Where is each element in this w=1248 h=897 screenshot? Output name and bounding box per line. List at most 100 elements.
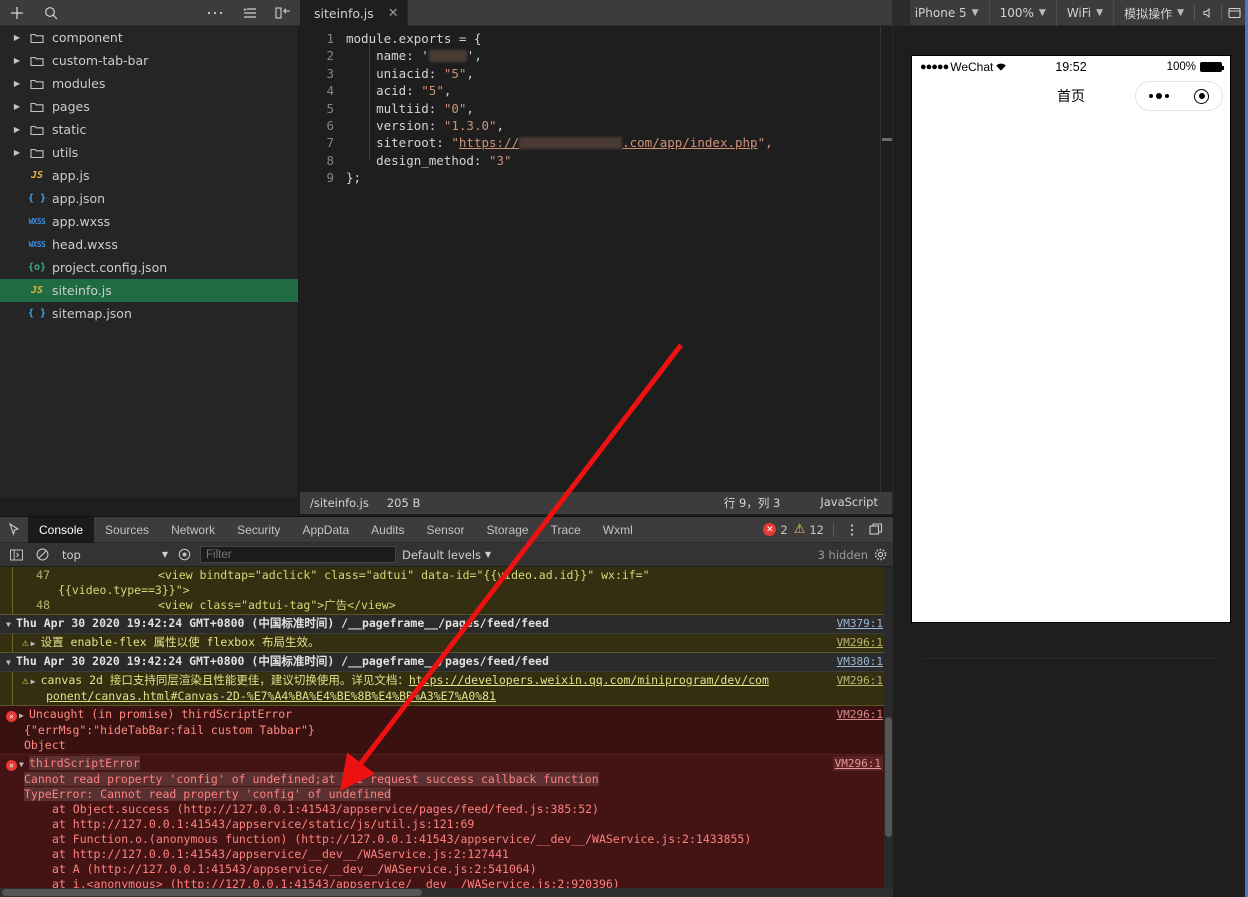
file-tree-item[interactable]: ▶JSsiteinfo.js [0, 279, 298, 302]
file-tree-item[interactable]: ▶WXSSapp.wxss [0, 210, 298, 233]
execution-context-select[interactable]: top ▼ [58, 546, 168, 564]
file-tree-item[interactable]: ▶ pages [0, 95, 298, 118]
log-level-select[interactable]: Default levels ▼ [402, 548, 491, 562]
tab-trace[interactable]: Trace [540, 517, 592, 543]
file-tree-item[interactable]: ▶ static [0, 118, 298, 141]
chevron-down-icon[interactable]: ▼ [6, 617, 16, 632]
file-tree-item[interactable]: ▶JSapp.js [0, 164, 298, 187]
tab-network[interactable]: Network [160, 517, 226, 543]
folder-icon [24, 55, 50, 67]
network-select[interactable]: WiFi ▼ [1055, 0, 1113, 26]
scrollbar-thumb[interactable] [882, 138, 892, 141]
editor-scrollbar[interactable] [880, 26, 892, 492]
phone-simulator[interactable]: ●●●●● WeChat 19:52 100% 首页 [911, 55, 1231, 623]
file-tree-item[interactable]: ▶{o}project.config.json [0, 256, 298, 279]
device-select[interactable]: iPhone 5 ▼ [903, 0, 989, 26]
chevron-right-icon[interactable]: ▶ [10, 49, 24, 72]
status-file-path: /siteinfo.js [310, 496, 369, 510]
wechat-capsule[interactable] [1135, 81, 1223, 111]
source-link[interactable]: VM296:1 [837, 673, 883, 688]
search-icon[interactable] [34, 0, 68, 26]
chevron-right-icon[interactable]: ▶ [31, 636, 41, 651]
console-link-continued[interactable]: ponent/canvas.html#Canvas-2D-%E7%A4%BA%E… [6, 689, 893, 704]
redacted-text [428, 50, 467, 63]
console-stack-frame[interactable]: at Function.o.(anonymous function) (http… [6, 832, 893, 847]
live-expression-icon[interactable] [174, 548, 194, 561]
chevron-right-icon[interactable]: ▶ [10, 26, 24, 49]
warning-badge[interactable]: ⚠ 12 [794, 523, 824, 537]
tab-appdata[interactable]: AppData [291, 517, 360, 543]
tab-sources[interactable]: Sources [94, 517, 160, 543]
volume-icon[interactable] [1195, 0, 1221, 26]
chevron-right-icon[interactable]: ▶ [31, 674, 41, 689]
scrollbar-thumb-horizontal[interactable] [2, 889, 422, 896]
console-link[interactable]: https://developers.weixin.qq.com/minipro… [409, 673, 769, 687]
tab-siteinfo-js[interactable]: siteinfo.js ✕ [300, 0, 408, 26]
kebab-menu-icon[interactable] [843, 523, 861, 537]
source-link[interactable]: VM379:1 [837, 616, 883, 631]
tab-console[interactable]: Console [28, 516, 95, 543]
console-stack-frame[interactable]: at Object.success (http://127.0.0.1:4154… [6, 802, 893, 817]
status-language[interactable]: JavaScript [820, 495, 878, 511]
settings-gear-icon[interactable] [874, 548, 887, 561]
console-stack-frame[interactable]: at http://127.0.0.1:41543/appservice/__d… [6, 847, 893, 862]
console-message[interactable]: ⚠ ▶ 设置 enable-flex 属性以使 flexbox 布局生效。 VM296… [0, 634, 893, 653]
chevron-right-icon[interactable]: ▶ [19, 708, 29, 723]
chevron-down-icon[interactable]: ▼ [19, 757, 29, 772]
inspect-element-icon[interactable] [0, 517, 28, 543]
file-tree-item[interactable]: ▶ component [0, 26, 298, 49]
file-tree-item[interactable]: ▶ modules [0, 72, 298, 95]
code-editor[interactable]: 1 module.exports = {2 name: ' ', 3 uniacid:… [300, 26, 892, 492]
tab-sensor[interactable]: Sensor [416, 517, 476, 543]
tab-security[interactable]: Security [226, 517, 291, 543]
indent-guide [369, 38, 370, 160]
chevron-down-icon[interactable]: ▼ [6, 655, 16, 670]
source-link[interactable]: VM296:1 [832, 756, 883, 771]
console-message[interactable]: 47 <view bindtap="adclick" class="adtui" … [0, 567, 893, 615]
console-message[interactable]: ✕ ▼ thirdScriptError Cannot read property '… [0, 755, 893, 894]
zoom-select[interactable]: 100% ▼ [988, 0, 1056, 26]
tab-wxml[interactable]: Wxml [592, 517, 644, 543]
source-link[interactable]: VM296:1 [837, 707, 883, 722]
source-link[interactable]: VM296:1 [837, 635, 883, 650]
chevron-right-icon[interactable]: ▶ [10, 141, 24, 164]
show-console-sidebar-icon[interactable] [6, 549, 26, 561]
details-icon[interactable] [232, 0, 266, 26]
close-icon[interactable]: ✕ [388, 7, 399, 20]
chevron-right-icon[interactable]: ▶ [10, 118, 24, 141]
console-stack-frame[interactable]: at http://127.0.0.1:41543/appservice/sta… [6, 817, 893, 832]
dock-panel-icon[interactable] [867, 523, 885, 536]
more-icon[interactable] [198, 0, 232, 26]
file-tree-item[interactable]: ▶ custom-tab-bar [0, 49, 298, 72]
console-message[interactable]: ✕ ▶ Uncaught (in promise) thirdScriptError… [0, 706, 893, 755]
console-scrollbar[interactable] [884, 567, 893, 897]
console-message[interactable]: ⚠ ▶ canvas 2d 接口支持同层渲染且性能更佳，建议切换使用。详见文档：ht… [0, 672, 893, 706]
file-tree-item[interactable]: ▶{ }sitemap.json [0, 302, 298, 325]
console-stack-frame[interactable]: at A (http://127.0.0.1:41543/appservice/… [6, 862, 893, 877]
chevron-right-icon[interactable]: ▶ [10, 95, 24, 118]
add-icon[interactable] [0, 0, 34, 26]
chevron-right-icon[interactable]: ▶ [10, 72, 24, 95]
file-explorer[interactable]: ▶ component ▶ custom-tab-bar ▶ modules ▶ pages ▶… [0, 26, 299, 497]
tab-storage[interactable]: Storage [476, 517, 540, 543]
file-tree-item[interactable]: ▶ utils [0, 141, 298, 164]
file-tree-item[interactable]: ▶{ }app.json [0, 187, 298, 210]
tab-audits[interactable]: Audits [360, 517, 415, 543]
menu-dots-icon[interactable] [1148, 93, 1169, 99]
target-circle-icon[interactable] [1194, 88, 1210, 104]
console-message[interactable]: ▼ Thu Apr 30 2020 19:42:24 GMT+0800 (中国标准… [0, 615, 893, 634]
toggle-panel-icon[interactable] [266, 0, 300, 26]
console-messages[interactable]: 47 <view bindtap="adclick" class="adtui" … [0, 567, 893, 897]
horizontal-scrollbar[interactable] [0, 888, 893, 897]
scrollbar-thumb[interactable] [885, 717, 892, 837]
console-message[interactable]: ▼ Thu Apr 30 2020 19:42:24 GMT+0800 (中国标准… [0, 653, 893, 672]
simulate-select[interactable]: 模拟操作 ▼ [1113, 0, 1194, 26]
status-cursor-position[interactable]: 行 9，列 3 [724, 495, 780, 511]
error-badge[interactable]: ✕ 2 [763, 523, 788, 537]
console-filter-input[interactable] [200, 546, 396, 563]
error-icon: ✕ [6, 760, 17, 771]
code-token: version: [346, 117, 444, 133]
clear-console-icon[interactable] [32, 548, 52, 561]
source-link[interactable]: VM380:1 [837, 654, 883, 669]
file-tree-item[interactable]: ▶WXSShead.wxss [0, 233, 298, 256]
